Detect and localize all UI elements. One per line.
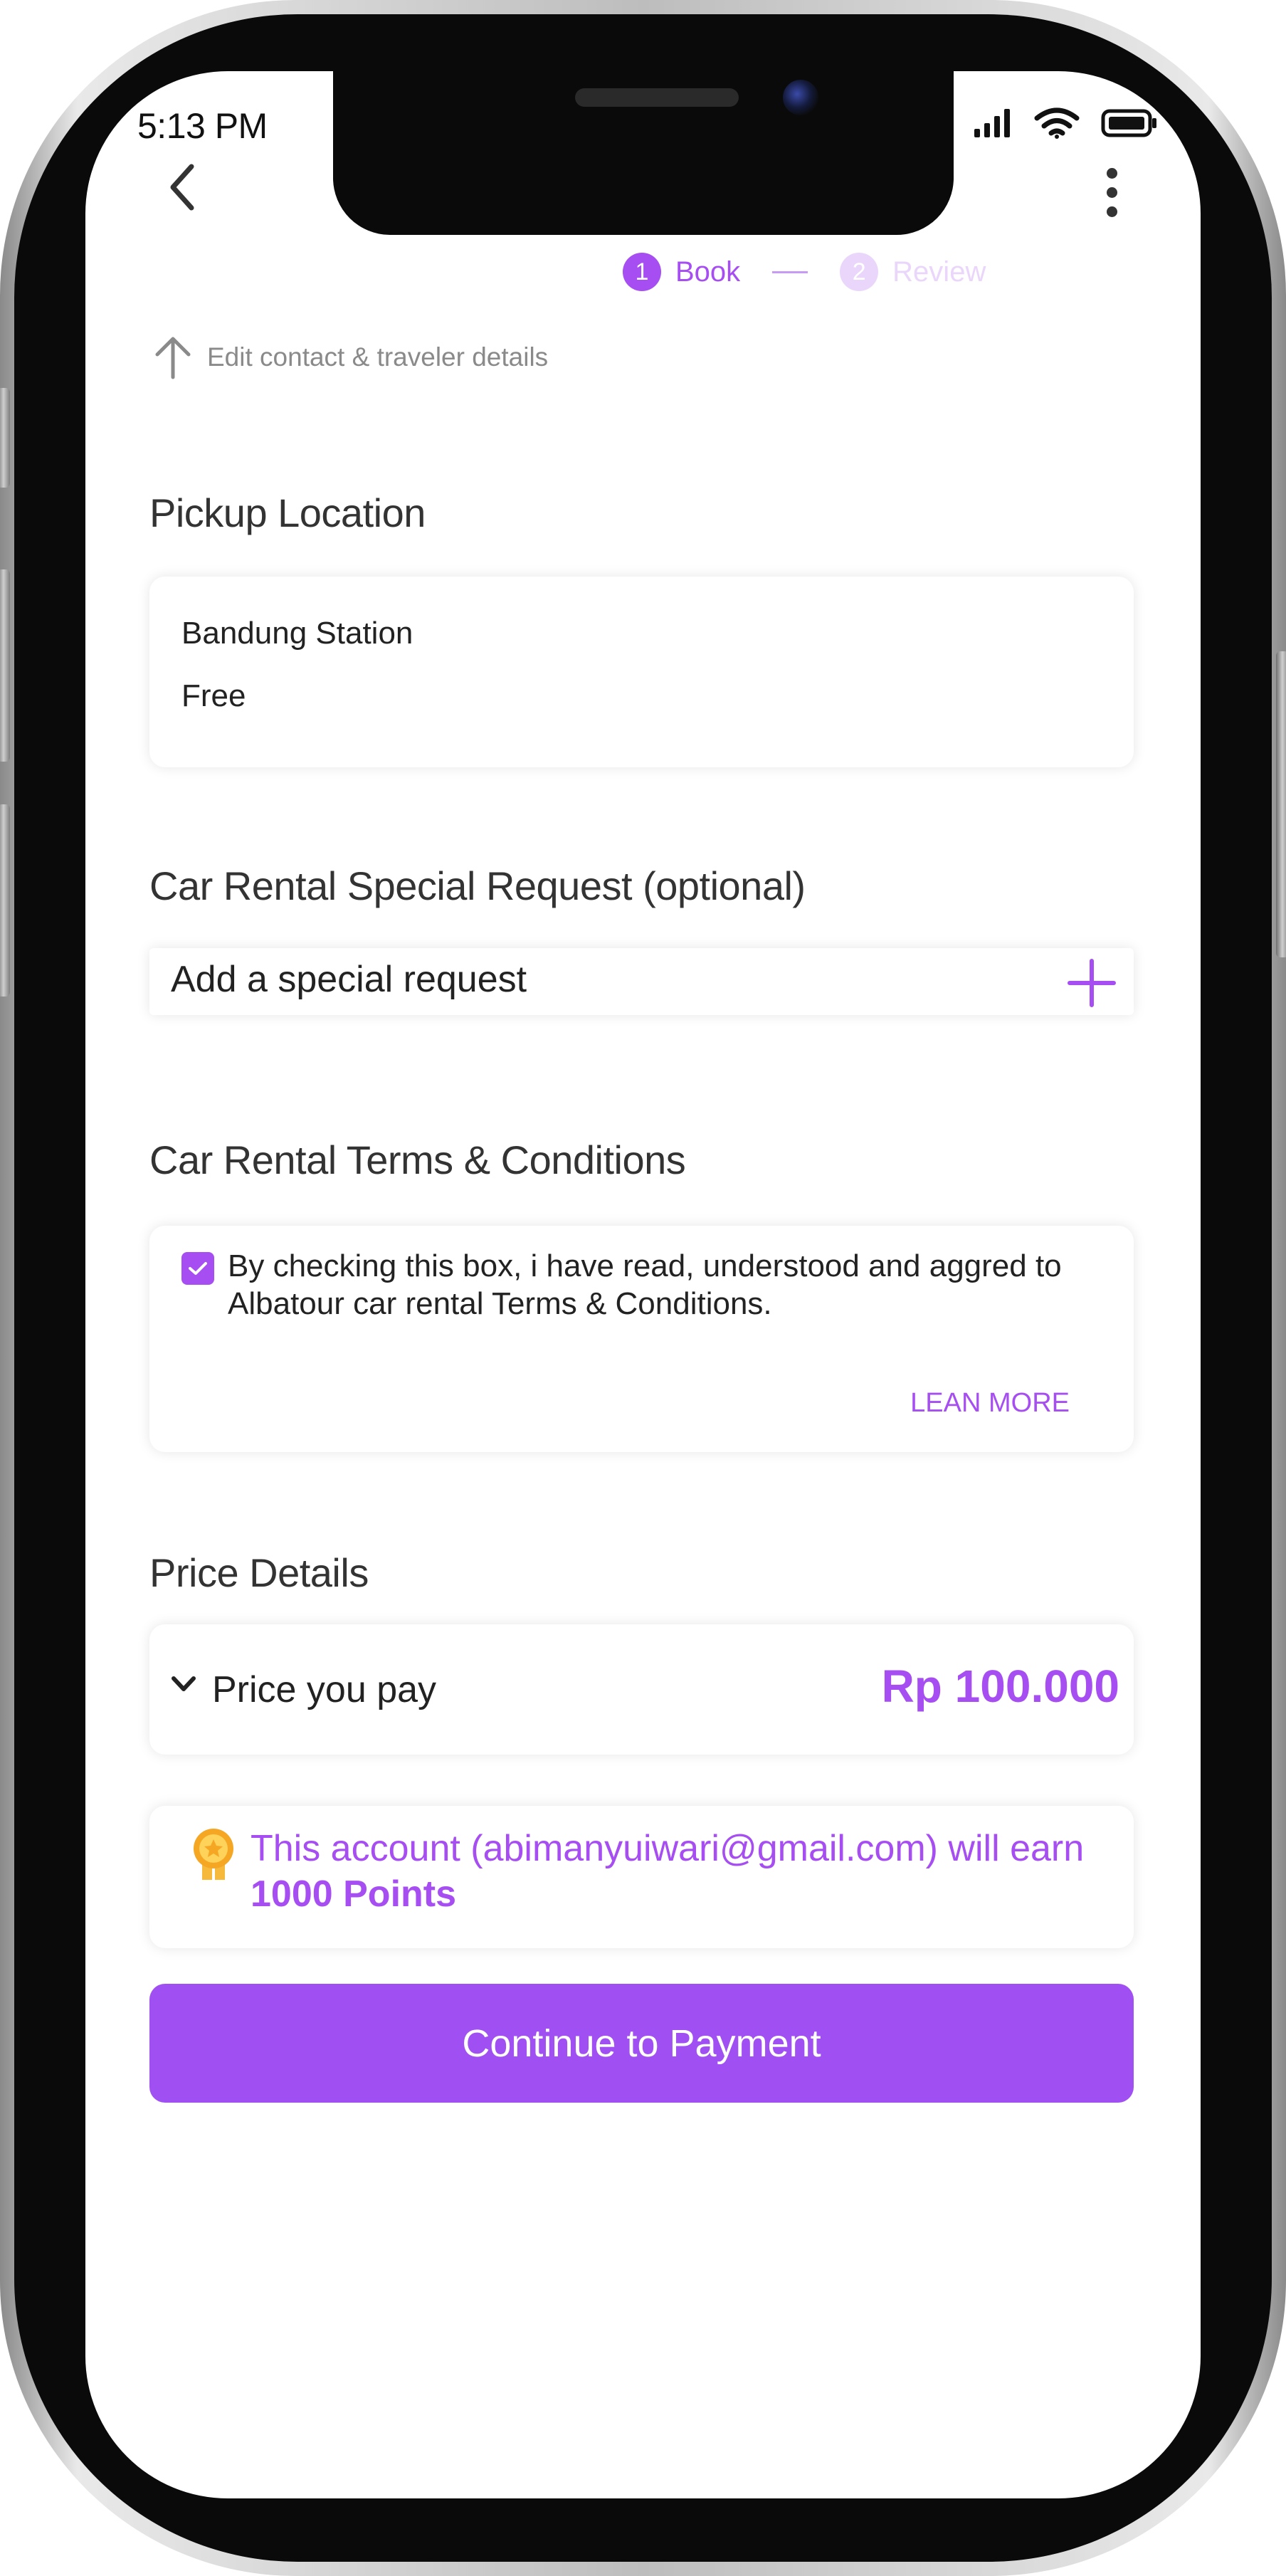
pickup-location-card[interactable]: Bandung Station Free [149,577,1134,767]
points-amount: 1000 Points [251,1873,457,1915]
terms-card: By checking this box, i have read, under… [149,1226,1134,1452]
phone-frame: 5:13 PM 1 Book 2 Review Edit contact & t… [0,0,1286,2576]
price-label: Price you pay [212,1669,437,1710]
edit-contact-label: Edit contact & traveler details [207,342,549,372]
pickup-location-name: Bandung Station [181,616,413,651]
step-book: 1 Book [623,253,740,291]
more-vertical-icon [1106,186,1117,198]
step-label: Review [892,256,986,288]
arrow-up-icon [155,337,191,379]
points-message: This account (abimanyuiwari@gmail.com) w… [251,1826,1119,1917]
terms-section-title: Car Rental Terms & Conditions [149,1137,686,1182]
terms-checkbox[interactable] [181,1252,214,1285]
step-review: 2 Review [840,253,986,291]
volume-up-button [0,569,10,762]
more-options-button[interactable] [1094,160,1129,224]
price-details-section-title: Price Details [149,1550,369,1595]
checkmark-icon [189,1262,207,1275]
terms-text: By checking this box, i have read, under… [228,1248,1062,1321]
continue-to-payment-button[interactable]: Continue to Payment [149,1984,1134,2103]
step-number: 1 [623,253,661,291]
app-screen: 5:13 PM 1 Book 2 Review Edit contact & t… [85,71,1201,2498]
mute-switch [0,388,10,488]
special-request-placeholder: Add a special request [171,959,527,1000]
medal-icon [194,1829,233,1880]
points-account-text: This account (abimanyuiwari@gmail.com) w… [251,1828,1085,1869]
price-amount: Rp 100.000 [881,1661,1119,1712]
points-card: This account (abimanyuiwari@gmail.com) w… [149,1806,1134,1948]
power-button [1276,651,1286,957]
more-vertical-icon [1106,206,1117,217]
status-icons [973,107,1158,140]
booking-stepper: 1 Book 2 Review [623,253,986,291]
cellular-signal-icon [974,109,1010,137]
wifi-icon [1034,107,1080,139]
more-vertical-icon [1106,167,1117,179]
step-label: Book [675,256,741,288]
front-camera [783,80,818,115]
chevron-down-icon [172,1676,196,1691]
plus-icon[interactable] [1067,958,1117,1008]
step-connector [772,270,808,273]
step-number: 2 [840,253,879,291]
special-request-field[interactable]: Add a special request [149,948,1134,1015]
pickup-location-price: Free [181,678,246,713]
price-details-card[interactable]: Price you pay Rp 100.000 [149,1624,1134,1755]
status-time: 5:13 PM [137,106,268,146]
learn-more-link[interactable]: LEAN MORE [910,1388,1070,1419]
battery-icon [1101,109,1156,137]
volume-down-button [0,804,10,997]
pickup-section-title: Pickup Location [149,490,426,535]
special-request-section-title: Car Rental Special Request (optional) [149,863,806,908]
notch [333,71,954,235]
speaker-grille [575,88,739,107]
edit-contact-link[interactable]: Edit contact & traveler details [153,335,548,380]
